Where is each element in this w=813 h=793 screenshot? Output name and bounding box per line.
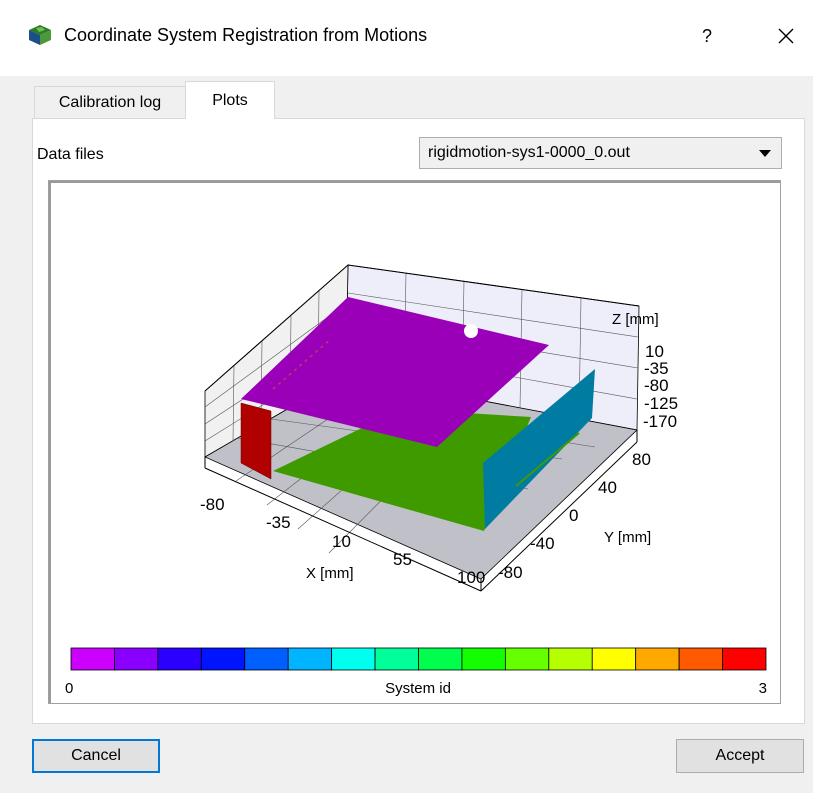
colorbar-swatch (157, 647, 202, 671)
y-axis-label: Y [mm] (604, 529, 651, 546)
tab-plots[interactable]: Plots (185, 81, 275, 119)
help-button[interactable]: ? (694, 22, 720, 50)
colorbar-swatch (418, 647, 463, 671)
window-title: Coordinate System Registration from Moti… (64, 25, 428, 45)
cancel-button[interactable]: Cancel (32, 739, 160, 773)
z-axis-label: Z [mm] (612, 311, 659, 328)
close-icon[interactable] (770, 20, 802, 52)
colorbar-swatch (678, 647, 723, 671)
colorbar-swatch (374, 647, 419, 671)
data-files-label: Data files (37, 146, 104, 163)
colorbar-swatch (504, 647, 550, 671)
colorbar-swatch (200, 647, 246, 671)
colorbar-swatch (244, 647, 289, 671)
colorbar-swatch (591, 647, 637, 671)
dropdown-arrow-icon (759, 150, 771, 157)
x-tick: 10 (332, 532, 351, 551)
colorbar-swatch (287, 647, 333, 671)
data-files-selected: rigidmotion-sys1-0000_0.out (428, 144, 630, 161)
z-tick: -125 (644, 394, 678, 413)
x-tick: 100 (457, 568, 485, 587)
colorbar-swatch (548, 647, 593, 671)
y-tick: 0 (569, 506, 578, 525)
y-tick: -40 (530, 534, 555, 553)
3d-cube-icon (29, 25, 51, 45)
y-tick: 40 (598, 478, 617, 497)
x-tick: 55 (393, 550, 412, 569)
y-tick: 80 (632, 450, 651, 469)
colorbar-swatch (722, 647, 767, 671)
z-tick: -80 (644, 376, 669, 395)
colorbar-swatch (114, 647, 159, 671)
plot-canvas[interactable]: Z [mm] 10 -35 -80 -125 -170 80 40 0 -40 … (49, 181, 780, 703)
data-files-dropdown[interactable]: rigidmotion-sys1-0000_0.out (419, 137, 782, 169)
accept-button[interactable]: Accept (676, 739, 804, 773)
colorbar (70, 647, 767, 671)
colorbar-swatch (635, 647, 680, 671)
x-tick: -80 (200, 495, 225, 514)
z-tick: -170 (643, 412, 677, 431)
y-tick: -80 (498, 563, 523, 582)
colorbar-swatch (331, 647, 376, 671)
colorbar-label: System id (385, 680, 451, 697)
title-bar: Coordinate System Registration from Moti… (0, 0, 813, 76)
colorbar-min: 0 (65, 680, 73, 697)
x-axis-label: X [mm] (306, 565, 354, 582)
tab-calibration-log[interactable]: Calibration log (34, 86, 186, 118)
colorbar-swatch (70, 647, 115, 671)
x-tick: -35 (266, 513, 291, 532)
plot-frame: Z [mm] 10 -35 -80 -125 -170 80 40 0 -40 … (48, 180, 781, 704)
colorbar-swatch (461, 647, 506, 671)
colorbar-max: 3 (759, 680, 767, 697)
